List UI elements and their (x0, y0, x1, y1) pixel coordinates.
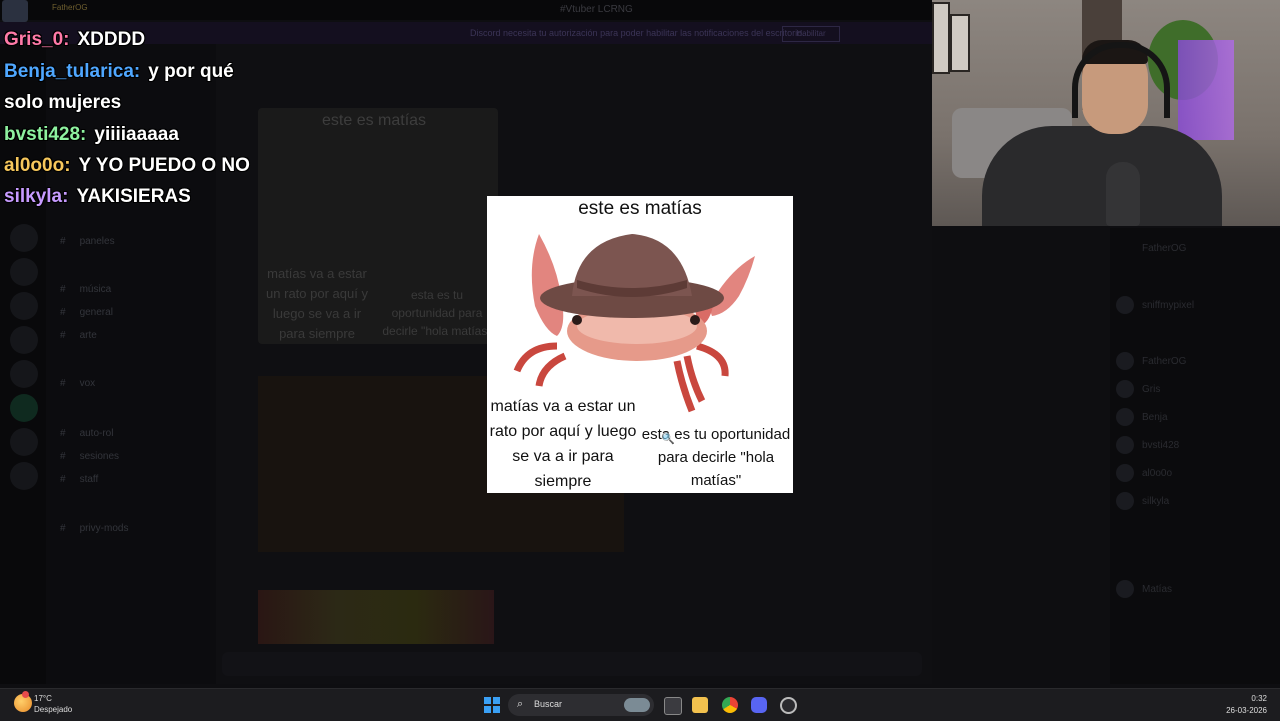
taskbar-search[interactable]: ⌕ Buscar (508, 694, 654, 716)
chat-message: al0o0o: Y YO PUEDO O NO (4, 155, 250, 177)
chat-top-username: FatherOG (52, 3, 88, 12)
server-icon[interactable] (10, 224, 38, 252)
channel-item[interactable]: # general (60, 307, 113, 318)
member-name[interactable]: bvsti428 (1142, 440, 1179, 451)
member-name[interactable]: FatherOG (1142, 356, 1186, 367)
discord-icon[interactable] (751, 697, 767, 713)
chat-text: yiiiiaaaaa (94, 124, 179, 145)
start-icon[interactable] (484, 697, 500, 713)
channel-item[interactable]: # privy-mods (60, 523, 128, 534)
server-icon[interactable] (10, 326, 38, 354)
chat-username: Gris_0: (4, 29, 70, 50)
chat-text: YAKISIERAS (76, 186, 191, 207)
search-highlight-icon (624, 698, 650, 712)
banner-text: Discord necesita tu autorización para po… (470, 28, 805, 38)
chat-message: Benja_tularica: y por qué (4, 61, 234, 83)
meme-title: este es matías (578, 198, 702, 219)
server-icon[interactable] (10, 360, 38, 388)
meme-left-text: matías va a estar un rato por aquí y lue… (489, 398, 637, 490)
member-name[interactable]: Matías (1142, 584, 1172, 595)
member-name[interactable]: al0o0o (1142, 468, 1172, 479)
channel-item[interactable]: # arte (60, 330, 97, 341)
taskbar: 17°C Despejado ⌕ Buscar 0:32 26-03-2026 (0, 688, 1280, 721)
member-name[interactable]: sniffmypixel (1142, 300, 1194, 311)
wall-picture-frame (932, 2, 950, 74)
member-name[interactable]: Benja (1142, 412, 1168, 423)
member-avatar[interactable] (1116, 296, 1134, 314)
chat-message: silkyla: YAKISIERAS (4, 186, 191, 208)
window-title: #Vtuber LCRNG (560, 4, 633, 15)
stream-chat-overlay: FatherOG Gris_0: XDDDD Benja_tularica: y p… (0, 0, 300, 220)
member-avatar[interactable] (1116, 408, 1134, 426)
member-avatar[interactable] (1116, 464, 1134, 482)
streamer-body (982, 126, 1222, 226)
microphone-icon (1106, 162, 1140, 226)
steam-icon[interactable] (780, 697, 797, 714)
member-avatar[interactable] (1116, 492, 1134, 510)
message-input[interactable] (222, 652, 922, 676)
attachment-left-text: matías va a estar un rato por aquí y lue… (266, 266, 368, 341)
channel-item[interactable]: # paneles (60, 236, 115, 247)
member-name[interactable]: FatherOG (1142, 243, 1186, 254)
chat-username: silkyla: (4, 186, 69, 207)
server-icon[interactable] (10, 428, 38, 456)
webcam-light (1178, 40, 1234, 140)
avatar (2, 0, 28, 22)
chat-username: Benja_tularica: (4, 61, 141, 82)
enable-notifications-button[interactable]: Habilitar (782, 26, 840, 42)
weather-temperature[interactable]: 17°C (34, 694, 52, 703)
file-explorer-icon[interactable] (692, 697, 708, 713)
webcam-feed (932, 0, 1280, 226)
member-avatar[interactable] (1116, 380, 1134, 398)
chat-text: y por qué (148, 61, 234, 82)
chat-text: Y YO PUEDO O NO (78, 155, 250, 176)
search-placeholder: Buscar (534, 699, 563, 709)
member-list (1110, 228, 1280, 684)
chrome-icon[interactable] (722, 697, 738, 713)
channel-item[interactable]: # staff (60, 474, 98, 485)
server-icon[interactable] (10, 394, 38, 422)
weather-condition[interactable]: Despejado (34, 705, 72, 714)
attachment-right-text: esta es tu oportunidad para decirle "hol… (382, 288, 492, 338)
task-view-icon[interactable] (664, 697, 682, 715)
chat-message: Gris_0: XDDDD (4, 29, 145, 51)
notification-badge (22, 691, 29, 698)
member-avatar[interactable] (1116, 352, 1134, 370)
member-avatar[interactable] (1116, 580, 1134, 598)
chat-message: bvsti428: yiiiiaaaaa (4, 124, 179, 146)
zoom-in-icon[interactable]: 🔍 (661, 432, 675, 445)
message-image-strip[interactable] (258, 590, 494, 644)
channel-item[interactable]: # sesiones (60, 451, 119, 462)
channel-item[interactable]: # vox (60, 378, 95, 389)
image-viewer[interactable]: este es matías matías va a estar un rato… (487, 196, 793, 493)
channel-item[interactable]: # música (60, 284, 111, 295)
attachment-title: este es matías (322, 112, 427, 129)
member-avatar[interactable] (1116, 436, 1134, 454)
search-icon: ⌕ (517, 698, 524, 710)
channel-item[interactable]: # auto-rol (60, 428, 113, 439)
clock-date[interactable]: 26-03-2026 (1226, 706, 1267, 715)
server-icon[interactable] (10, 462, 38, 490)
member-name[interactable]: silkyla (1142, 496, 1169, 507)
headset-icon (1072, 42, 1170, 118)
chat-text: XDDDD (77, 29, 146, 50)
wall-picture-frame (950, 14, 970, 72)
server-icon[interactable] (10, 292, 38, 320)
chat-message: solo mujeres (4, 92, 121, 114)
member-name[interactable]: Gris (1142, 384, 1160, 395)
chat-text: solo mujeres (4, 92, 122, 113)
chat-username: bvsti428: (4, 124, 87, 145)
clock-time[interactable]: 0:32 (1251, 694, 1267, 703)
server-icon[interactable] (10, 258, 38, 286)
chat-username: al0o0o: (4, 155, 71, 176)
